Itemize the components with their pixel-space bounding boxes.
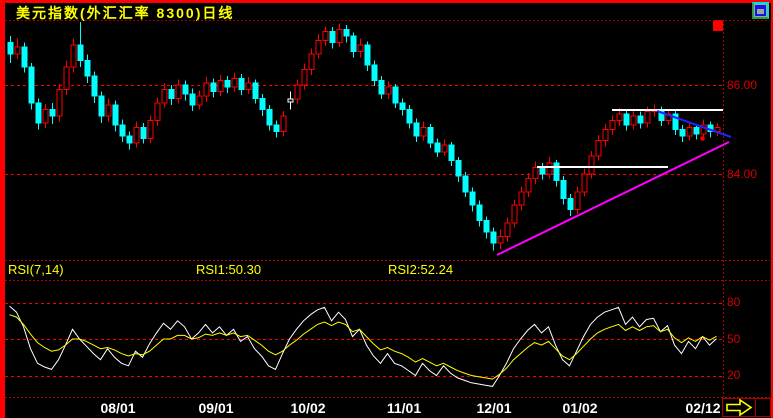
scroll-right-control[interactable] <box>0 0 773 418</box>
chart-window: 美元指数(外汇汇率 8300)日线 RSI(7,14) RSI1:50.30 R… <box>0 0 773 418</box>
right-arrow-icon[interactable] <box>726 398 753 417</box>
scroll-track-box[interactable] <box>755 398 771 417</box>
